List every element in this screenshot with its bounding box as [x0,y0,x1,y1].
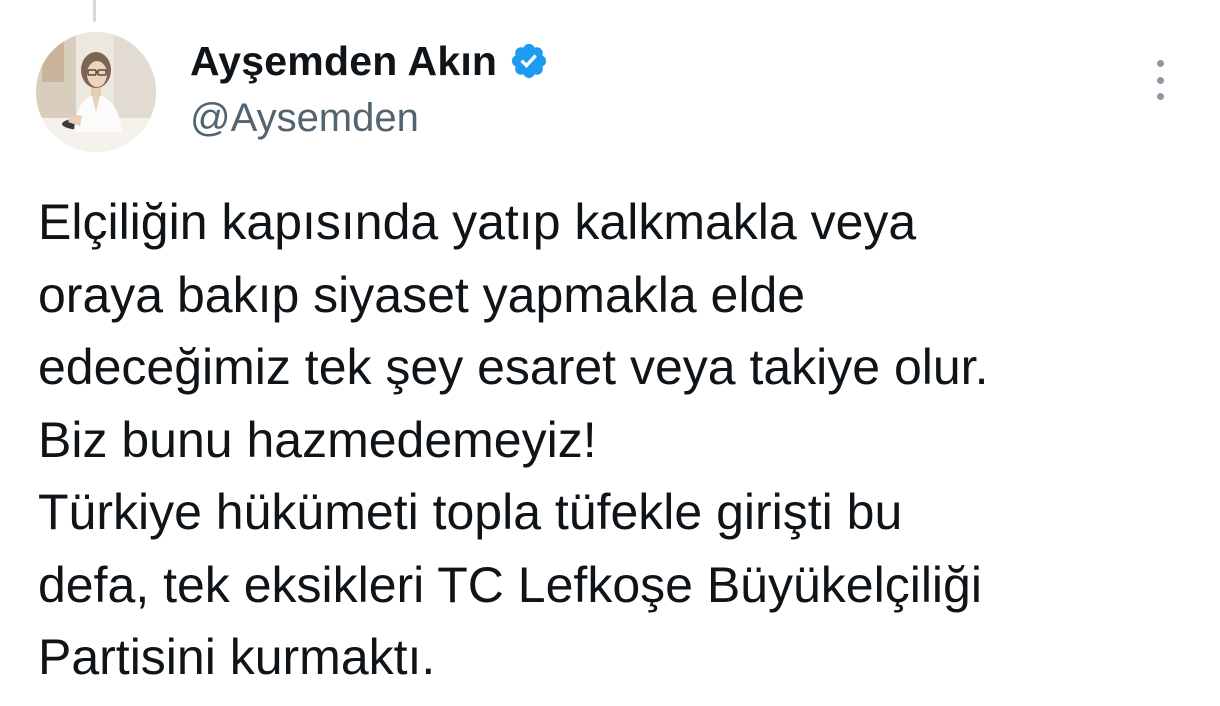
avatar-photo [36,32,156,152]
tweet-text-line: defa, tek eksikleri TC Lefkoşe Büyükelçi… [38,556,982,613]
tweet-text-line: Türkiye hükümeti topla tüfekle girişti b… [38,484,903,540]
more-vertical-icon [1156,76,1164,84]
tweet-text: Elçiliğin kapısında yatıp kalkmakla veya… [38,186,1208,694]
tweet-author-header: Ayşemden Akın @Aysemden [190,34,549,141]
tweet-text-line: edeceğimiz tek şey esaret veya takiye ol… [38,339,989,395]
author-handle[interactable]: @Aysemden [190,96,549,141]
thread-connector-line [93,0,96,22]
tweet-text-line: Biz bunu hazmedemeyiz! [38,411,597,468]
author-name-row: Ayşemden Akın [190,34,549,88]
verified-badge-icon [509,41,549,81]
tweet-text-line: oraya bakıp siyaset yapmakla elde [38,266,806,323]
more-options-button[interactable] [1146,60,1174,100]
author-display-name[interactable]: Ayşemden Akın [190,38,497,85]
more-vertical-icon [1156,93,1164,100]
tweet-text-line: Elçiliğin kapısında yatıp kalkmakla veya [38,194,917,250]
more-vertical-icon [1156,60,1164,67]
tweet-text-line: Partisini kurmaktı. [38,629,436,685]
avatar[interactable] [36,32,156,152]
